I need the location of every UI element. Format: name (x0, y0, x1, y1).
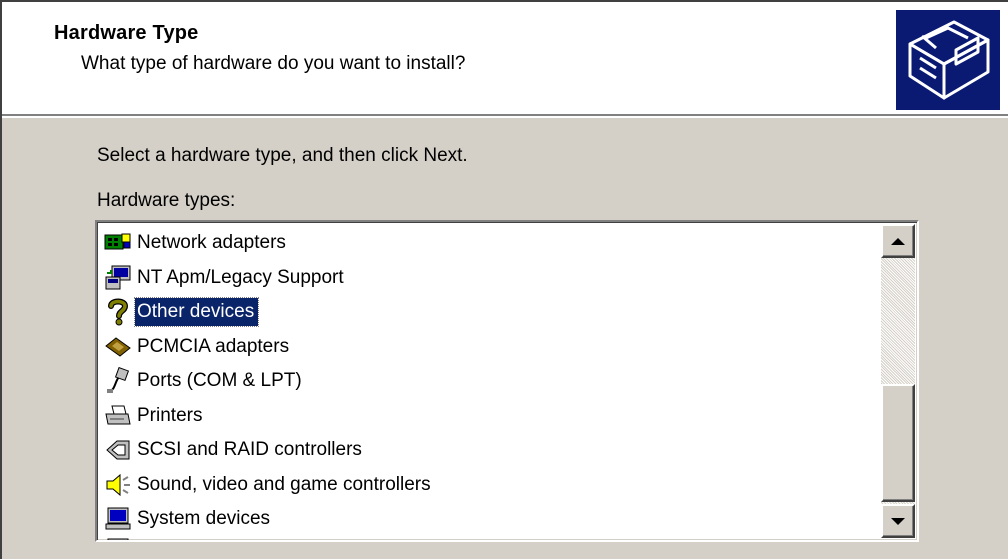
scroll-up-button[interactable] (881, 224, 915, 258)
arrow-up-icon (891, 237, 905, 245)
list-item-other-devices[interactable]: Other devices (101, 295, 881, 330)
hardware-types-label: Hardware types: (97, 190, 236, 211)
list-item-label: Sound, video and game controllers (137, 473, 431, 495)
wizard-header: Hardware Type What type of hardware do y… (2, 2, 1008, 118)
list-item-pcmcia-adapters[interactable]: PCMCIA adapters (101, 330, 881, 365)
scrollbar-thumb[interactable] (881, 384, 915, 502)
list-item-label: SCSI and RAID controllers (137, 439, 362, 461)
network-adapter-icon (101, 228, 135, 258)
speaker-icon (101, 470, 135, 500)
computer-monitor-icon (101, 504, 135, 534)
vertical-scrollbar[interactable] (881, 224, 915, 538)
scsi-icon (101, 435, 135, 465)
port-cable-icon (101, 366, 135, 396)
question-mark-icon (101, 297, 135, 327)
instruction-text: Select a hardware type, and then click N… (97, 145, 468, 166)
page-title: Hardware Type (54, 22, 199, 44)
list-item-label: NT Apm/Legacy Support (137, 266, 344, 288)
list-item-label: Ports (COM & LPT) (137, 370, 302, 392)
list-item-system-devices[interactable]: System devices (101, 502, 881, 537)
list-item-label: PCMCIA adapters (137, 335, 290, 357)
scroll-down-button[interactable] (881, 504, 915, 538)
page-subtitle: What type of hardware do you want to ins… (81, 53, 466, 74)
list-item-label: Network adapters (137, 232, 286, 254)
arrow-down-icon (891, 517, 905, 525)
list-item-ports[interactable]: Ports (COM & LPT) (101, 364, 881, 399)
partial-item-icon (101, 537, 135, 540)
list-item-network-adapters[interactable]: Network adapters (101, 226, 881, 261)
printer-icon (101, 401, 135, 431)
pcmcia-card-icon (101, 332, 135, 362)
legacy-support-icon (101, 263, 135, 293)
list-item-printers[interactable]: Printers (101, 399, 881, 434)
list-item-sound-video-game[interactable]: Sound, video and game controllers (101, 468, 881, 503)
list-item-label: Printers (137, 404, 203, 426)
list-item-nt-apm-legacy-support[interactable]: NT Apm/Legacy Support (101, 261, 881, 296)
list-item-scsi-raid[interactable]: SCSI and RAID controllers (101, 433, 881, 468)
hardware-types-listbox[interactable]: Network adapters NT Apm/Legacy Support O… (95, 220, 919, 542)
list-item-label: Other devices (133, 297, 260, 328)
hardware-types-items: Network adapters NT Apm/Legacy Support O… (101, 226, 881, 540)
list-item-label: System devices (137, 508, 271, 530)
hardware-wizard-icon (896, 10, 1000, 110)
list-item-partial (101, 537, 881, 540)
